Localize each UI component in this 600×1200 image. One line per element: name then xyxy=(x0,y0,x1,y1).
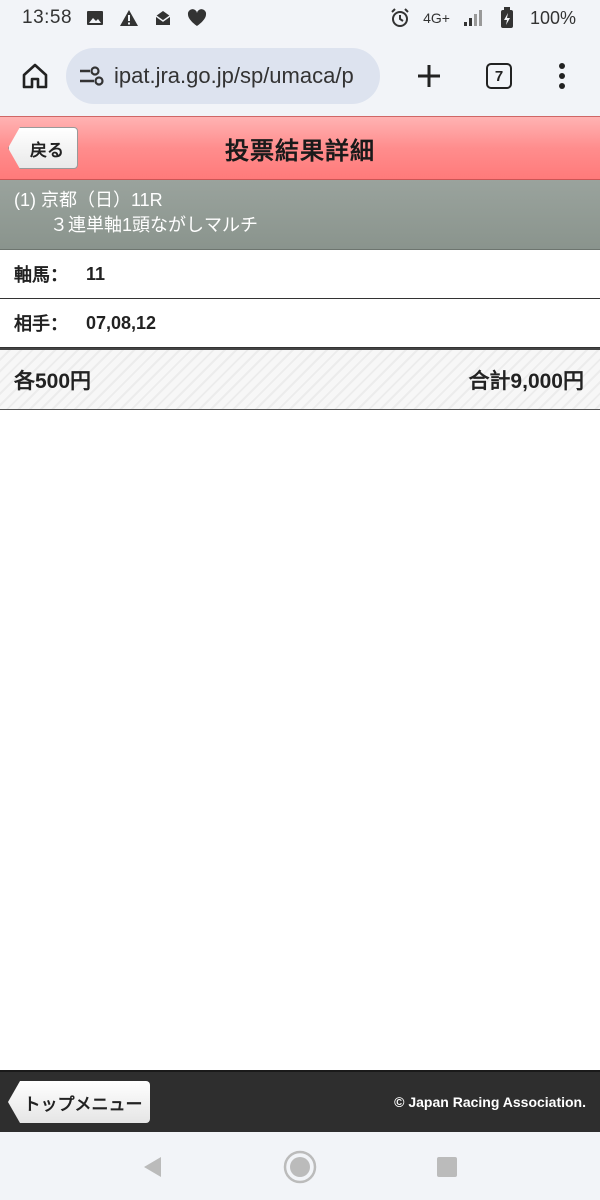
heart-icon xyxy=(186,7,208,29)
app-footer: トップメニュー © Japan Racing Association. xyxy=(0,1070,600,1132)
copyright: © Japan Racing Association. xyxy=(394,1094,586,1110)
mail-icon xyxy=(152,7,174,29)
status-bar: 13:58 4G+ 100% xyxy=(0,0,600,36)
circle-home-icon xyxy=(283,1150,317,1184)
back-button[interactable]: 戻る xyxy=(8,127,78,169)
signal-icon xyxy=(462,7,484,29)
square-recents-icon xyxy=(436,1157,457,1177)
new-tab-button[interactable] xyxy=(404,51,454,101)
site-settings-icon xyxy=(80,66,104,86)
battery-percent: 100% xyxy=(529,7,576,28)
axis-horse-value: 11 xyxy=(86,263,106,284)
image-icon xyxy=(84,7,106,29)
plus-icon xyxy=(418,65,440,87)
status-left: 13:58 xyxy=(22,7,208,29)
battery-icon xyxy=(496,7,518,29)
partner-label: 相手： xyxy=(14,314,68,334)
status-right: 4G+ 100% xyxy=(389,7,576,29)
bet-type: ３連単軸1頭ながしマルチ xyxy=(50,215,259,235)
total-row: 各500円 合計9,000円 xyxy=(0,348,600,410)
alarm-icon xyxy=(389,7,411,29)
page-title: 投票結果詳細 xyxy=(225,137,375,165)
network-type: 4G+ xyxy=(423,10,450,26)
browser-menu-button[interactable] xyxy=(540,51,584,101)
url-bar[interactable]: ipat.jra.go.jp/sp/umaca/p xyxy=(66,48,380,104)
top-menu-button[interactable]: トップメニュー xyxy=(8,1081,150,1123)
tab-switcher-button[interactable]: 7 xyxy=(474,51,524,101)
nav-back-button[interactable] xyxy=(133,1147,173,1187)
nav-home-button[interactable] xyxy=(280,1147,320,1187)
partner-row: 相手： 07,08,12 xyxy=(0,299,600,348)
system-nav-bar xyxy=(0,1132,600,1200)
axis-horse-label: 軸馬： xyxy=(14,265,68,285)
total-amount: 合計9,000円 xyxy=(468,369,584,393)
browser-toolbar: ipat.jra.go.jp/sp/umaca/p 7 xyxy=(0,36,600,116)
warning-icon xyxy=(118,7,140,29)
status-time: 13:58 xyxy=(22,7,73,28)
triangle-back-icon xyxy=(144,1157,162,1177)
race-info: (1) 京都（日）11R ３連単軸1頭ながしマルチ xyxy=(0,180,600,250)
app-header: 戻る 投票結果詳細 xyxy=(0,116,600,180)
partner-value: 07,08,12 xyxy=(86,312,157,333)
race-name: (1) 京都（日）11R xyxy=(14,190,163,210)
axis-horse-row: 軸馬： 11 xyxy=(0,250,600,299)
each-amount: 各500円 xyxy=(14,369,92,393)
tab-count: 7 xyxy=(486,63,512,89)
home-icon xyxy=(22,63,48,89)
more-vertical-icon xyxy=(559,63,565,89)
empty-content xyxy=(0,410,600,1070)
home-button[interactable] xyxy=(14,55,56,97)
url-text: ipat.jra.go.jp/sp/umaca/p xyxy=(114,63,354,88)
nav-recents-button[interactable] xyxy=(427,1147,467,1187)
